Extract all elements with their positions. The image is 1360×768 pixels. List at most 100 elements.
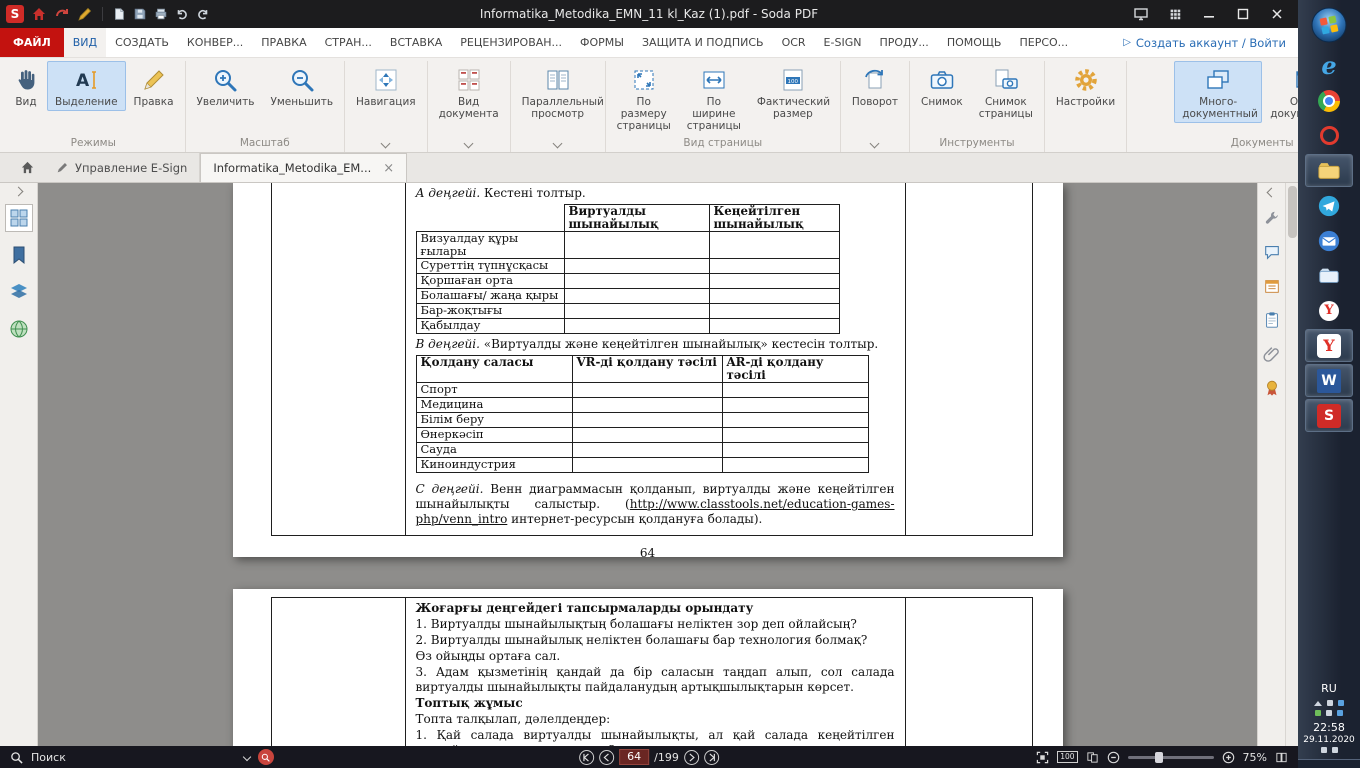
web-panel-icon[interactable] [5,315,33,343]
explorer-icon[interactable] [1305,259,1353,292]
maximize-button[interactable] [1228,2,1258,26]
document-viewport[interactable]: А деңгейі. Кестені толтыр. Виртуалды шын… [38,183,1257,746]
menu-tab-file[interactable]: ФАЙЛ [0,28,64,57]
show-desktop-button[interactable] [1298,759,1360,768]
page-snapshot-button[interactable]: Снимок страницы [971,61,1041,123]
tray-icon[interactable] [1327,700,1333,706]
zoom-in-icon[interactable] [1222,751,1235,764]
fit-width-button[interactable]: По ширине страницы [679,61,749,135]
language-indicator[interactable]: RU [1321,682,1337,695]
prev-page-button[interactable] [599,750,614,765]
soda-pdf-taskbar-icon[interactable]: S [1305,399,1353,432]
tray-icons[interactable] [1314,700,1344,706]
menu-tab-ocr[interactable]: OCR [773,28,815,57]
search-icon[interactable] [10,751,23,764]
tray-expand-icon[interactable] [1314,701,1322,706]
dropdown-chevron-icon[interactable] [464,139,474,149]
internet-explorer-icon[interactable]: e [1305,49,1353,82]
yandex-browser-icon[interactable]: Y [1305,329,1353,362]
fit-screen-icon[interactable] [1036,751,1049,764]
dropdown-chevron-icon[interactable] [381,139,391,149]
menu-tab-help[interactable]: ПОМОЩЬ [938,28,1011,57]
tab-current-document[interactable]: Informatika_Metodika_EM... × [200,153,407,182]
tab-esign-management[interactable]: Управление E-Sign [44,153,200,182]
snapshot-button[interactable]: Снимок [913,61,971,123]
tray-icon[interactable] [1326,710,1332,716]
taskbar-clock[interactable]: 22:58 29.11.2020 [1303,721,1355,745]
wrench-tools-icon[interactable] [1260,206,1284,230]
current-page-input[interactable]: 64 [619,749,649,765]
tray-icon[interactable] [1332,747,1338,753]
edit-pencil-icon[interactable] [77,6,93,22]
document-view-button[interactable]: Вид документа [431,61,507,123]
tray-icons-3[interactable] [1321,747,1338,753]
clipboard-panel-icon[interactable] [1260,308,1284,332]
new-document-icon[interactable] [112,7,126,21]
thumbnails-panel-icon[interactable] [5,204,33,232]
red-circle-app-icon[interactable] [1305,119,1353,152]
soda-search-badge-icon[interactable] [258,749,274,765]
bookmarks-panel-icon[interactable] [5,241,33,269]
menu-tab-insert[interactable]: ВСТАВКА [381,28,451,57]
view-mode-button[interactable]: Вид [5,61,47,111]
dropdown-chevron-icon[interactable] [553,139,563,149]
telegram-icon[interactable] [1305,189,1353,222]
menu-tab-personalize[interactable]: ПЕРСО... [1010,28,1077,57]
menu-tab-convert[interactable]: КОНВЕР... [178,28,252,57]
next-page-button[interactable] [684,750,699,765]
apps-grid-icon[interactable] [1160,2,1190,26]
folder-icon[interactable] [1305,154,1353,187]
actual-size-button[interactable]: 100 Фактический размер [749,61,837,135]
tray-icon[interactable] [1337,710,1343,716]
actual-size-status-icon[interactable]: 100 [1057,751,1077,763]
undo-red-arrow-icon[interactable] [54,6,70,22]
home-tab-icon[interactable] [10,153,44,182]
tray-icon[interactable] [1321,747,1327,753]
home-icon[interactable] [31,6,47,22]
comments-panel-icon[interactable] [1260,240,1284,264]
menu-tab-secure-sign[interactable]: ЗАЩИТА И ПОДПИСЬ [633,28,773,57]
select-mode-button[interactable]: A Выделение [47,61,126,111]
last-page-button[interactable] [704,750,719,765]
settings-button[interactable]: Настройки [1048,61,1123,111]
search-options-chevron-icon[interactable] [243,753,251,761]
save-icon[interactable] [133,7,147,21]
vertical-scrollbar[interactable] [1285,183,1298,746]
redo-icon[interactable] [196,7,210,21]
fit-page-button[interactable]: По размеру страницы [609,61,679,135]
tray-icon[interactable] [1315,710,1321,716]
edit-mode-button[interactable]: Правка [126,61,182,111]
scrollbar-thumb[interactable] [1288,186,1297,238]
layers-panel-icon[interactable] [5,278,33,306]
account-link[interactable]: ▷ Создать аккаунт / Войти [1123,28,1298,57]
print-icon[interactable] [154,7,168,21]
stamp-panel-icon[interactable] [1260,274,1284,298]
menu-tab-view[interactable]: ВИД [64,28,106,57]
menu-tab-esign[interactable]: E-SIGN [815,28,871,57]
yandex-search-icon[interactable]: Y [1305,294,1353,327]
view-columns-icon[interactable] [1275,751,1288,764]
word-icon[interactable]: W [1305,364,1353,397]
zoom-slider-thumb[interactable] [1155,752,1163,763]
start-button[interactable] [1309,5,1349,45]
menu-tab-review[interactable]: РЕЦЕНЗИРОВАН... [451,28,571,57]
chrome-icon[interactable] [1305,84,1353,117]
zoom-out-icon[interactable] [1107,751,1120,764]
expand-right-panel-icon[interactable] [1267,188,1277,198]
soda-logo-icon[interactable]: S [6,5,24,23]
rotate-button[interactable]: Поворот [844,61,906,111]
fullscreen-icon[interactable] [1126,2,1156,26]
menu-tab-forms[interactable]: ФОРМЫ [571,28,633,57]
menu-tab-pages[interactable]: СТРАН... [316,28,381,57]
multi-document-button[interactable]: Много-документный [1174,61,1262,123]
mail-icon[interactable] [1305,224,1353,257]
certificate-badge-icon[interactable] [1260,376,1284,400]
expand-left-panel-icon[interactable] [14,187,24,197]
tray-icons-2[interactable] [1315,710,1343,716]
parallel-view-button[interactable]: Параллельный просмотр [514,61,602,123]
undo-icon[interactable] [175,7,189,21]
dropdown-chevron-icon[interactable] [870,139,880,149]
page-layout-icon[interactable] [1086,751,1099,764]
menu-tab-edit[interactable]: ПРАВКА [252,28,315,57]
navigation-button[interactable]: Навигация [348,61,424,111]
